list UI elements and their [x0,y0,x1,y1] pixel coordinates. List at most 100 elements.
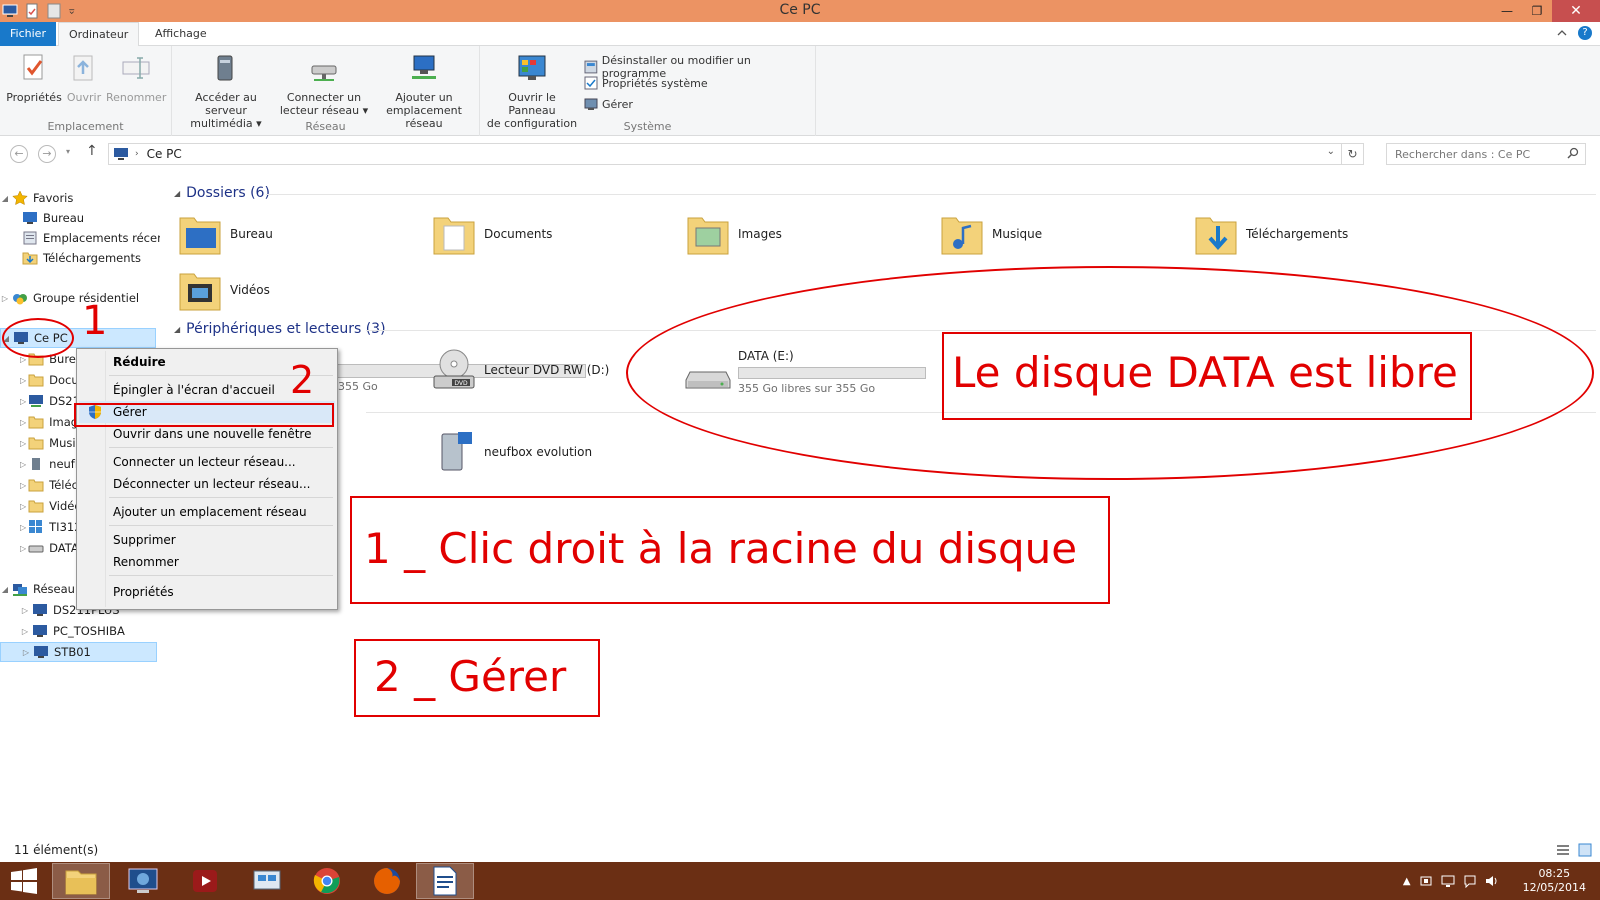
taskbar-writer[interactable] [416,863,474,899]
nav-desktop[interactable]: Bureau [20,208,84,228]
details-view-icon[interactable] [1556,843,1570,857]
collapsed-arrow-icon[interactable]: ▷ [0,294,10,303]
section-folders-header[interactable]: ◢ Dossiers (6) [174,185,270,201]
close-button[interactable]: ✕ [1552,0,1600,22]
homegroup-icon [13,294,27,305]
map-network-drive-button[interactable]: Connecter un lecteur réseau ▾ [278,52,370,117]
annotation-step2: 2 _ Gérer [374,652,567,701]
nav-homegroup[interactable]: ▷ Groupe résidentiel [0,288,139,308]
nav-net-toshiba[interactable]: ▷ PC_TOSHIBA [20,621,125,641]
control-panel-button[interactable]: Ouvrir le Panneau de configuration [484,52,580,130]
menu-item-rename[interactable]: Renommer [79,551,335,573]
menu-item-properties[interactable]: Propriétés [79,581,335,603]
expanded-arrow-icon[interactable]: ◢ [0,585,10,594]
folder-music[interactable]: Musique [938,210,1042,258]
collapsed-arrow-icon[interactable]: ▷ [20,544,26,553]
forward-button[interactable]: → [38,145,56,163]
search-box[interactable]: Rechercher dans : Ce PC [1386,143,1586,165]
collapsed-arrow-icon[interactable]: ▷ [20,523,26,532]
netloc-neufbox[interactable]: neufbox evolution [430,428,592,476]
collapsed-arrow-icon[interactable]: ▷ [20,397,26,406]
taskbar-network-app[interactable] [238,863,296,899]
volume-icon[interactable] [1485,874,1499,888]
collapsed-arrow-icon[interactable]: ▷ [20,502,26,511]
help-icon[interactable]: ? [1578,26,1592,40]
menu-item-delete[interactable]: Supprimer [79,529,335,551]
clock[interactable]: 08:25 12/05/2014 [1523,867,1586,895]
properties-button[interactable]: Propriétés [6,52,62,104]
nav-sub-videos[interactable]: ▷ Vidéos [20,496,80,516]
taskbar-media-app[interactable] [176,863,234,899]
section-devices-header[interactable]: ◢ Périphériques et lecteurs (3) [174,321,386,337]
rename-button[interactable]: Renommer [106,52,166,104]
collapsed-arrow-icon[interactable]: ▷ [20,460,26,469]
collapse-ribbon-icon[interactable] [1556,27,1568,39]
collapsed-arrow-icon[interactable]: ▷ [20,418,26,427]
nav-sub-downloads[interactable]: ▷ Téléchargements [20,475,80,495]
collapsed-arrow-icon[interactable]: ▷ [20,606,30,615]
menu-separator [109,497,333,498]
nav-recent[interactable]: Emplacements récents [20,228,160,248]
collapsed-arrow-icon[interactable]: ▷ [20,481,26,490]
folder-images[interactable]: Images [684,210,782,258]
menu-item-disconnect-drive[interactable]: Déconnecter un lecteur réseau... [79,473,335,495]
nav-network[interactable]: ◢ Réseau [0,579,80,599]
recent-locations-dropdown[interactable]: ▾ [66,147,70,156]
media-server-icon [441,432,472,471]
ribbon-group-network: Accéder au serveur multimédia ▾ Connecte… [172,46,480,136]
manage-button[interactable]: Gérer [584,97,633,111]
address-dropdown-icon[interactable]: ⌄ [1327,146,1335,157]
back-button[interactable]: ← [10,145,28,163]
open-button[interactable]: Ouvrir [64,52,104,104]
taskbar-firefox[interactable] [358,863,416,899]
network-status-icon[interactable] [1441,874,1455,888]
nav-sub-neufbox[interactable]: ▷ neufbox evolution [20,454,80,474]
drive-dvd[interactable]: DVD Lecteur DVD RW (D:) [430,346,609,394]
nav-sub-data[interactable]: ▷ DATA (E:) [20,538,80,558]
folder-desktop[interactable]: Bureau [176,210,273,258]
tab-file[interactable]: Fichier [0,22,56,46]
address-bar[interactable]: › Ce PC ⌄ [108,143,1342,165]
add-network-location-button[interactable]: Ajouter un emplacement réseau [370,52,478,130]
nav-favorites[interactable]: ◢ Favoris [0,188,73,208]
nav-sub-ti312[interactable]: ▷ TI312 [20,517,80,537]
menu-item-map-drive[interactable]: Connecter un lecteur réseau... [79,451,335,473]
tab-view[interactable]: Affichage [145,22,217,46]
tab-computer[interactable]: Ordinateur [58,22,140,47]
maximize-button[interactable]: ❐ [1522,0,1552,22]
large-icons-view-icon[interactable] [1578,843,1592,857]
collapsed-arrow-icon[interactable]: ▷ [20,439,26,448]
nav-sub-music[interactable]: ▷ Musique [20,433,80,453]
folder-documents[interactable]: Documents [430,210,552,258]
taskbar-chrome[interactable] [298,863,356,899]
folder-videos[interactable]: Vidéos [176,266,270,314]
start-button[interactable] [0,863,48,899]
uninstall-icon [584,60,598,74]
taskbar-remote-desktop[interactable] [114,863,172,899]
collapsed-arrow-icon[interactable]: ▷ [20,376,26,385]
nav-sub-documents[interactable]: ▷ Documents [20,370,80,390]
nav-downloads[interactable]: Téléchargements [20,248,141,268]
refresh-button[interactable]: ↻ [1342,143,1364,165]
collapsed-arrow-icon[interactable]: ▷ [21,648,31,657]
properties-label: Propriétés [6,91,62,104]
show-hidden-icons-icon[interactable]: ▲ [1403,876,1411,887]
collapse-arrow-icon[interactable]: ◢ [174,189,180,198]
nav-sub-images[interactable]: ▷ Images [20,412,80,432]
power-icon[interactable] [1419,874,1433,888]
computer-icon [114,148,128,160]
annotation-data-free-note: Le disque DATA est libre [952,348,1458,397]
collapsed-arrow-icon[interactable]: ▷ [20,627,30,636]
up-button[interactable]: ↑ [86,143,98,159]
folder-downloads[interactable]: Téléchargements [1192,210,1348,258]
system-properties-button[interactable]: Propriétés système [584,76,708,90]
menu-item-add-network-location[interactable]: Ajouter un emplacement réseau [79,501,335,523]
nav-net-stb01[interactable]: ▷ STB01 [0,642,157,662]
expanded-arrow-icon[interactable]: ◢ [0,194,10,203]
collapse-arrow-icon[interactable]: ◢ [174,325,180,334]
media-server-button[interactable]: Accéder au serveur multimédia ▾ [176,52,276,130]
nav-sub-ds211[interactable]: ▷ DS211PLUS [20,391,80,411]
action-center-icon[interactable] [1463,874,1477,888]
minimize-button[interactable]: — [1492,0,1522,22]
taskbar-file-explorer[interactable] [52,863,110,899]
